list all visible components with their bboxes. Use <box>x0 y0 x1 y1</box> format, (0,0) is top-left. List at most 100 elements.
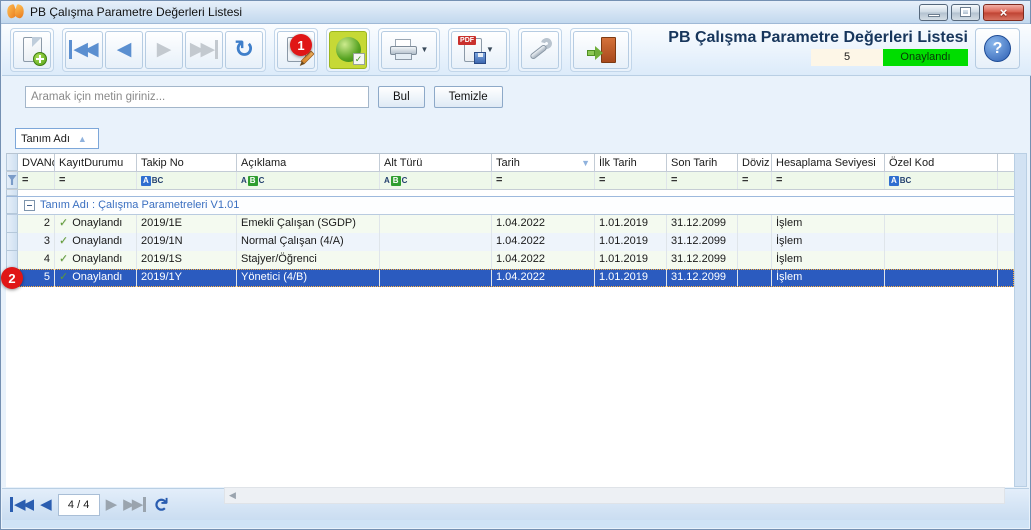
save-icon <box>474 51 487 64</box>
approve-status-button[interactable]: ✓ <box>329 30 367 69</box>
clear-button[interactable]: Temizle <box>433 86 503 108</box>
cell-dvano: 2 <box>18 215 55 233</box>
equals-filter-icon: = <box>742 174 749 186</box>
pager-next-button[interactable]: ▶ <box>106 497 118 512</box>
column-header-aciklama[interactable]: Açıklama <box>237 154 380 171</box>
column-header-sontarih[interactable]: Son Tarih <box>667 154 738 171</box>
filter-sontarih[interactable]: = <box>667 172 738 189</box>
last-record-icon: ▶▶ <box>190 40 219 59</box>
pager-first-button[interactable]: ◀◀ <box>10 497 34 512</box>
next-record-button[interactable]: ▶ <box>145 30 183 69</box>
column-header-kayitdurumu[interactable]: KayıtDurumu <box>55 154 137 171</box>
cell-ilktarih: 1.01.2019 <box>595 233 667 251</box>
status-badge: Onaylandı <box>883 49 968 66</box>
minimize-icon <box>927 13 940 17</box>
group-by-field-label: Tanım Adı <box>21 132 70 145</box>
refresh-icon: ↻ <box>233 35 255 63</box>
cell-takipno: 2019/1N <box>137 233 237 251</box>
vertical-scrollbar[interactable] <box>1014 153 1027 487</box>
cell-ozelkod <box>885 215 998 233</box>
search-input[interactable] <box>25 86 369 108</box>
cell-aciklama: Normal Çalışan (4/A) <box>237 233 380 251</box>
find-button[interactable]: Bul <box>378 86 425 108</box>
refresh-button[interactable]: ↻ <box>225 30 263 69</box>
first-record-button[interactable]: ◀◀ <box>65 30 103 69</box>
filter-takipno[interactable]: A BC <box>137 172 237 189</box>
maximize-button[interactable] <box>951 3 980 21</box>
cell-sontarih: 31.12.2099 <box>667 233 738 251</box>
pager-refresh-icon[interactable]: ↻ <box>150 497 171 513</box>
close-button[interactable]: × <box>983 3 1024 21</box>
column-header-takipno[interactable]: Takip No <box>137 154 237 171</box>
window-frame-bottom <box>2 520 1029 528</box>
help-button[interactable]: ? <box>975 28 1020 69</box>
next-record-icon: ▶ <box>156 39 172 60</box>
cell-kayitdurumu: ✓ Onaylandı <box>55 269 137 287</box>
pager-previous-button[interactable]: ◀ <box>40 497 52 512</box>
cell-ozelkod <box>885 233 998 251</box>
group-indicator-cell <box>6 197 18 214</box>
pager-last-button[interactable]: ▶▶ <box>123 497 147 512</box>
cell-tarih: 1.04.2022 <box>492 251 595 269</box>
column-header-dvano[interactable]: DVANo <box>18 154 55 171</box>
sort-asc-icon: ▲ <box>77 133 87 144</box>
cell-tarih: 1.04.2022 <box>492 215 595 233</box>
cell-sontarih: 31.12.2099 <box>667 215 738 233</box>
print-button[interactable]: ▼ <box>381 30 437 69</box>
cell-altturu <box>380 269 492 287</box>
column-header-doviz[interactable]: Döviz <box>738 154 772 171</box>
approved-check-icon: ✓ <box>59 271 69 283</box>
contains-filter-icon: B <box>247 175 258 186</box>
filter-hesaplamaseviyesi[interactable]: = <box>772 172 885 189</box>
minimize-button[interactable] <box>919 3 948 21</box>
collapse-icon[interactable] <box>24 200 35 211</box>
cell-aciklama: Emekli Çalışan (SGDP) <box>237 215 380 233</box>
export-dropdown-icon[interactable]: ▼ <box>486 45 494 54</box>
cell-doviz <box>738 251 772 269</box>
approved-check-icon: ✓ <box>59 235 69 247</box>
filter-dvano[interactable]: = <box>18 172 55 189</box>
cell-takipno: 2019/1S <box>137 251 237 269</box>
filter-kayitdurumu[interactable]: = <box>55 172 137 189</box>
cell-sontarih: 31.12.2099 <box>667 251 738 269</box>
cell-ozelkod <box>885 269 998 287</box>
column-header-altturu[interactable]: Alt Türü <box>380 154 492 171</box>
export-pdf-button[interactable]: PDF ▼ <box>451 30 507 69</box>
last-record-button[interactable]: ▶▶ <box>185 30 223 69</box>
column-header-ozelkod[interactable]: Özel Kod <box>885 154 998 171</box>
printer-icon <box>389 39 417 60</box>
table-row[interactable]: 3 ✓ Onaylandı 2019/1N Normal Çalışan (4/A… <box>6 233 1014 251</box>
filter-aciklama[interactable]: ABC <box>237 172 380 189</box>
cell-tarih: 1.04.2022 <box>492 233 595 251</box>
filter-doviz[interactable]: = <box>738 172 772 189</box>
row-indicator-cell[interactable] <box>6 215 18 233</box>
print-dropdown-icon[interactable]: ▼ <box>421 45 429 54</box>
filter-ozelkod[interactable]: A BC <box>885 172 998 189</box>
equals-filter-icon: = <box>599 174 606 186</box>
row-indicator-cell[interactable] <box>6 233 18 251</box>
column-header-hesaplamaseviyesi[interactable]: Hesaplama Seviyesi <box>772 154 885 171</box>
maximize-icon <box>960 7 971 17</box>
cell-doviz <box>738 215 772 233</box>
cell-aciklama: Yönetici (4/B) <box>237 269 380 287</box>
cell-takipno: 2019/1E <box>137 215 237 233</box>
filter-tarih[interactable]: = <box>492 172 595 189</box>
table-row-selected[interactable]: 5 ✓ Onaylandı 2019/1Y Yönetici (4/B) 1.04… <box>6 269 1014 287</box>
column-header-tarih[interactable]: Tarih ▼ <box>492 154 595 171</box>
previous-record-button[interactable]: ◀ <box>105 30 143 69</box>
horizontal-scrollbar[interactable]: ◀ <box>224 487 1005 504</box>
group-by-tab[interactable]: Tanım Adı ▲ <box>15 128 99 149</box>
table-row[interactable]: 2 ✓ Onaylandı 2019/1E Emekli Çalışan (SGD… <box>6 215 1014 233</box>
annotation-badge-2: 2 <box>1 267 23 289</box>
cell-hesaplama: İşlem <box>772 269 885 287</box>
new-record-button[interactable] <box>13 30 51 69</box>
pdf-document-icon: PDF <box>458 35 487 64</box>
column-header-ilktarih[interactable]: İlk Tarih <box>595 154 667 171</box>
cell-ilktarih: 1.01.2019 <box>595 269 667 287</box>
table-row[interactable]: 4 ✓ Onaylandı 2019/1S Stajyer/Öğrenci 1.0… <box>6 251 1014 269</box>
filter-altturu[interactable]: ABC <box>380 172 492 189</box>
annotation-badge-1: 1 <box>290 34 312 56</box>
scroll-left-icon[interactable]: ◀ <box>229 490 236 501</box>
group-row[interactable]: Tanım Adı : Çalışma Parametreleri V1.01 <box>6 197 1014 215</box>
filter-ilktarih[interactable]: = <box>595 172 667 189</box>
